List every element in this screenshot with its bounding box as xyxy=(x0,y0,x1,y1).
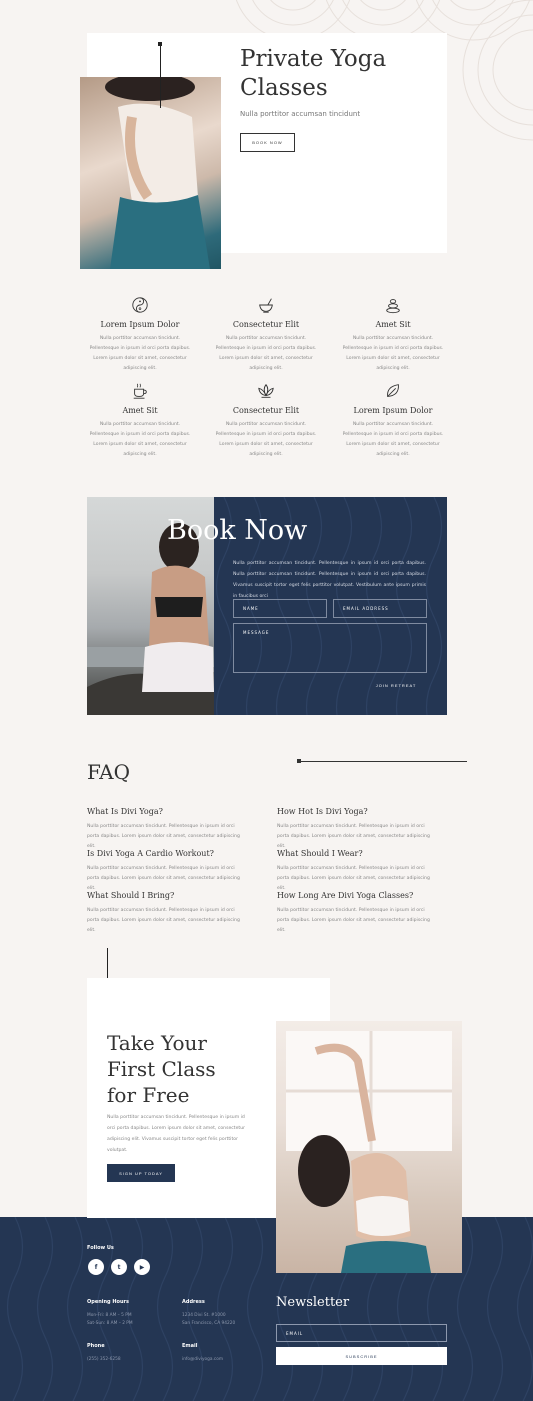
join-retreat-button[interactable]: JOIN RETREAT xyxy=(366,679,426,691)
faq-item: What Should I Wear? Nulla porttitor accu… xyxy=(277,849,437,894)
faq-item: Is Divi Yoga A Cardio Workout? Nulla por… xyxy=(87,849,247,894)
tea-cup-icon xyxy=(133,383,147,399)
feature-item: Amet Sit Nulla porttitor accumsan tincid… xyxy=(85,382,195,460)
email-link[interactable]: info@diviyoga.com xyxy=(182,1356,223,1364)
cta-title: Take Your First Class for Free xyxy=(107,1031,216,1107)
faq-question: What Should I Wear? xyxy=(277,849,363,858)
faq-divider-line xyxy=(299,761,467,762)
faq-item: How Long Are Divi Yoga Classes? Nulla po… xyxy=(277,891,437,936)
faq-item: How Hot Is Divi Yoga? Nulla porttitor ac… xyxy=(277,807,437,852)
hero-title: Private Yoga Classes xyxy=(240,46,387,101)
opening-hours-label: Opening Hours xyxy=(87,1299,129,1305)
faq-answer: Nulla porttitor accumsan tincidunt. Pell… xyxy=(87,908,240,933)
cta-yoga-photo xyxy=(276,1021,462,1273)
feature-item: Lorem Ipsum Dolor Nulla porttitor accums… xyxy=(85,296,195,374)
feature-title: Lorem Ipsum Dolor xyxy=(100,320,180,329)
mortar-bowl-icon xyxy=(259,298,273,313)
faq-question: What Should I Bring? xyxy=(87,891,175,900)
feature-item: Amet Sit Nulla porttitor accumsan tincid… xyxy=(338,296,448,374)
follow-us-label: Follow Us xyxy=(87,1245,114,1251)
feature-title: Amet Sit xyxy=(375,320,411,329)
feature-item: Consectetur Elit Nulla porttitor accumsa… xyxy=(211,296,321,374)
faq-answer: Nulla porttitor accumsan tincidunt. Pell… xyxy=(277,866,430,891)
faq-answer: Nulla porttitor accumsan tincidunt. Pell… xyxy=(277,824,430,849)
address-label: Address xyxy=(182,1299,205,1305)
feature-item: Lorem Ipsum Dolor Nulla porttitor accums… xyxy=(338,382,448,460)
hero-subtitle: Nulla porttitor accumsan tincidunt xyxy=(240,110,361,118)
feature-title: Amet Sit xyxy=(122,406,158,415)
newsletter-title: Newsletter xyxy=(276,1295,350,1310)
stacked-stones-icon xyxy=(386,299,400,314)
hero-divider-line xyxy=(160,44,161,108)
lotus-icon xyxy=(258,383,274,398)
faq-title: FAQ xyxy=(87,760,130,784)
twitter-icon[interactable]: t xyxy=(111,1259,127,1275)
feature-text: Nulla porttitor accumsan tincidunt. Pell… xyxy=(342,336,444,371)
feature-text: Nulla porttitor accumsan tincidunt. Pell… xyxy=(342,422,444,457)
email-field[interactable]: EMAIL ADDRESS xyxy=(333,599,427,618)
faq-question: How Long Are Divi Yoga Classes? xyxy=(277,891,414,900)
name-field[interactable]: NAME xyxy=(233,599,327,618)
cta-text: Nulla porttitor accumsan tincidunt. Pell… xyxy=(107,1115,246,1153)
feature-text: Nulla porttitor accumsan tincidunt. Pell… xyxy=(215,422,317,457)
faq-answer: Nulla porttitor accumsan tincidunt. Pell… xyxy=(277,908,430,933)
feature-text: Nulla porttitor accumsan tincidunt. Pell… xyxy=(215,336,317,371)
feature-text: Nulla porttitor accumsan tincidunt. Pell… xyxy=(89,422,191,457)
hero-divider-dot xyxy=(158,42,162,46)
newsletter-email-input[interactable]: EMAIL xyxy=(276,1324,447,1342)
book-now-title: Book Now xyxy=(167,515,308,546)
faq-answer: Nulla porttitor accumsan tincidunt. Pell… xyxy=(87,866,240,891)
feature-item: Consectetur Elit Nulla porttitor accumsa… xyxy=(211,382,321,460)
faq-question: Is Divi Yoga A Cardio Workout? xyxy=(87,849,214,858)
leaf-icon xyxy=(387,384,399,397)
faq-question: How Hot Is Divi Yoga? xyxy=(277,807,368,816)
message-field[interactable]: MESSAGE xyxy=(233,623,427,673)
subscribe-button[interactable]: SUBSCRIBE xyxy=(276,1347,447,1365)
faq-question: What Is Divi Yoga? xyxy=(87,807,163,816)
faq-item: What Is Divi Yoga? Nulla porttitor accum… xyxy=(87,807,247,852)
feature-title: Consectetur Elit xyxy=(232,406,300,415)
phone-text: (255) 352-6258 xyxy=(87,1357,121,1362)
hero-book-now-button[interactable]: BOOK NOW xyxy=(240,133,295,152)
yin-yang-icon xyxy=(132,297,148,313)
youtube-icon[interactable]: ▶ xyxy=(134,1259,150,1275)
phone-label: Phone xyxy=(87,1343,105,1349)
faq-answer: Nulla porttitor accumsan tincidunt. Pell… xyxy=(87,824,240,849)
faq-item: What Should I Bring? Nulla porttitor acc… xyxy=(87,891,247,936)
sign-up-today-button[interactable]: SIGN UP TODAY xyxy=(107,1164,175,1182)
feature-title: Consectetur Elit xyxy=(232,320,300,329)
book-now-text: Nulla porttitor accumsan tincidunt. Pell… xyxy=(233,561,426,599)
opening-hours-text: Mon-Fri: 8 AM – 5 PM Sat-Sun: 8 AM – 2 P… xyxy=(87,1313,133,1326)
feature-title: Lorem Ipsum Dolor xyxy=(353,406,433,415)
feature-text: Nulla porttitor accumsan tincidunt. Pell… xyxy=(89,336,191,371)
email-label: Email xyxy=(182,1343,198,1349)
address-text: 1234 Divi St. #1000 San Francisco, CA 94… xyxy=(182,1313,236,1326)
facebook-icon[interactable]: f xyxy=(88,1259,104,1275)
hero-yoga-photo xyxy=(80,77,221,269)
